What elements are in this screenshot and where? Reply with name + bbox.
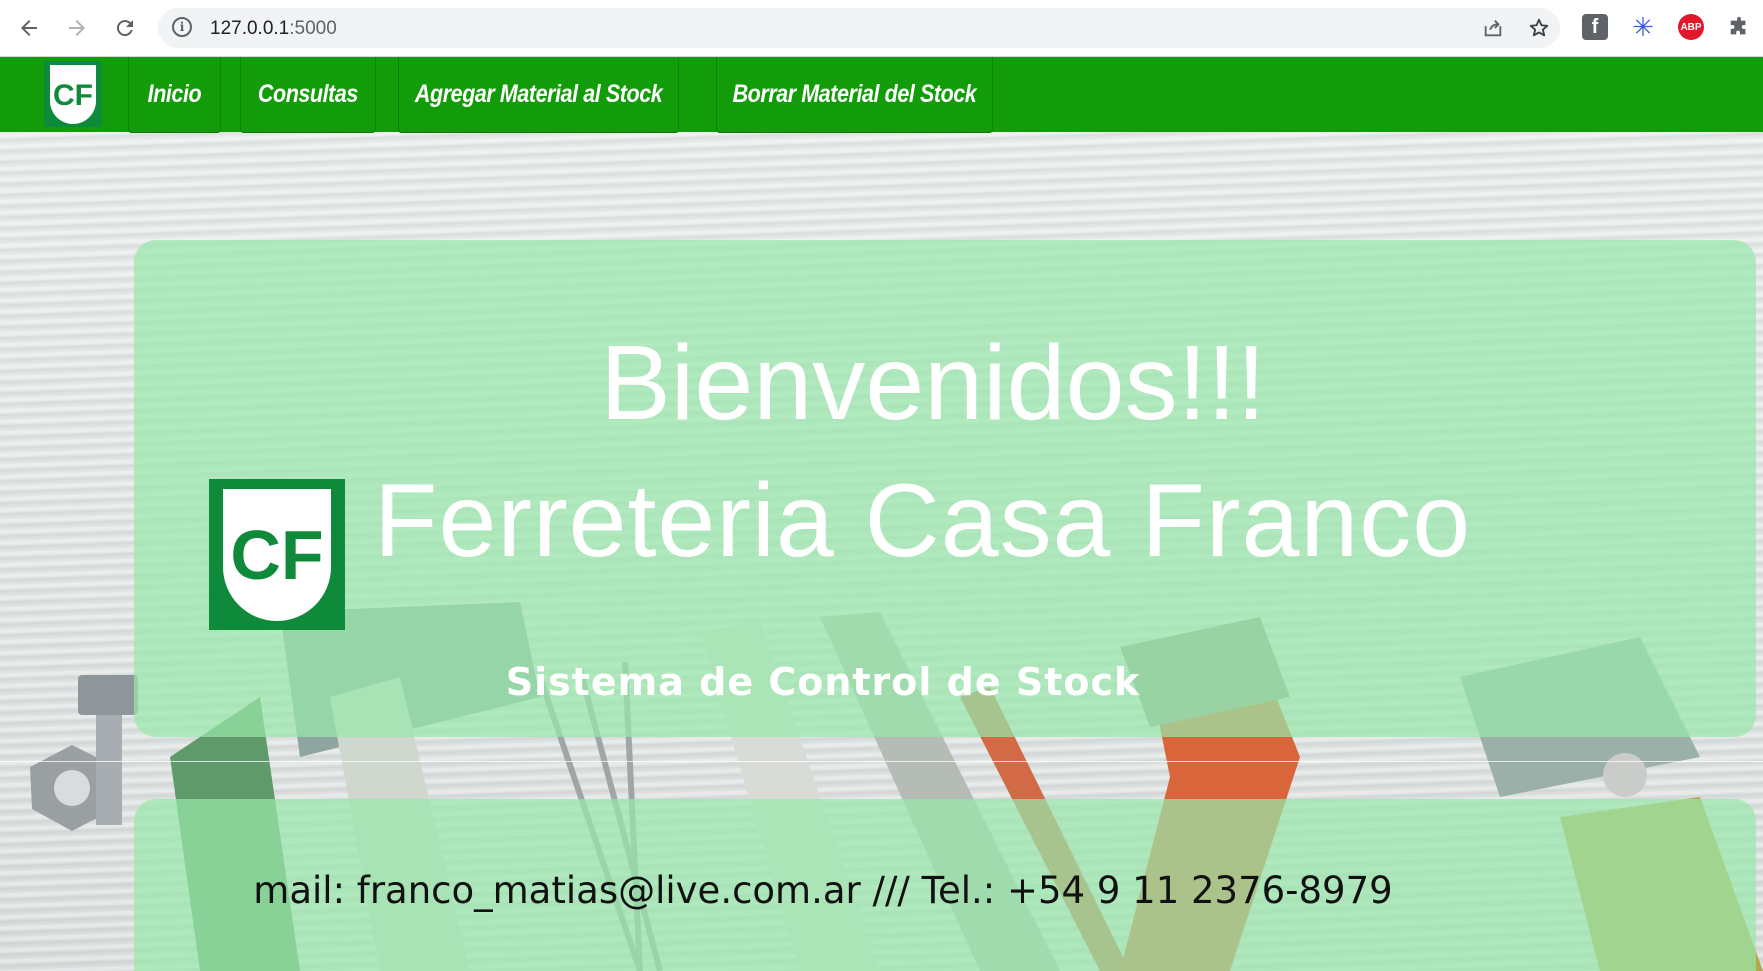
site-navbar: CF Inicio Consultas Agregar Material al … — [0, 57, 1763, 133]
svg-text:CF: CF — [230, 516, 323, 594]
contact-info: mail: franco_matias@live.com.ar /// Tel.… — [253, 869, 1393, 912]
section-divider — [0, 761, 1763, 762]
url-port: :5000 — [289, 18, 337, 39]
snowflake-icon[interactable]: ✳ — [1630, 12, 1656, 42]
cf-logo-large-icon: CF — [209, 479, 345, 630]
browser-toolbar: i 127.0.0.1:5000 f ✳ ABP — [0, 0, 1763, 57]
star-icon[interactable] — [1526, 16, 1552, 40]
info-icon[interactable]: i — [172, 17, 192, 37]
facebook-icon[interactable]: f — [1582, 14, 1608, 40]
contact-panel: mail: franco_matias@live.com.ar /// Tel.… — [134, 799, 1756, 971]
cf-logo-icon[interactable]: CF — [44, 61, 102, 127]
hero-title: Bienvenidos!!! — [600, 324, 1266, 442]
arrow-right-icon[interactable] — [60, 11, 94, 45]
arrow-left-icon[interactable] — [12, 11, 46, 45]
url-text[interactable]: 127.0.0.1:5000 — [210, 18, 337, 40]
svg-text:CF: CF — [53, 79, 93, 112]
address-bar[interactable]: i 127.0.0.1:5000 — [158, 8, 1560, 48]
nav-borrar-material[interactable]: Borrar Material del Stock — [716, 57, 993, 133]
puzzle-icon[interactable] — [1726, 14, 1752, 40]
nav-consultas[interactable]: Consultas — [240, 57, 376, 133]
hero-subtitle: Sistema de Control de Stock — [505, 660, 1141, 704]
nav-agregar-material[interactable]: Agregar Material al Stock — [398, 57, 680, 133]
page-content: CF Inicio Consultas Agregar Material al … — [0, 57, 1763, 971]
adblock-icon[interactable]: ABP — [1678, 14, 1704, 40]
nav-inicio[interactable]: Inicio — [128, 57, 221, 133]
hero-panel: Bienvenidos!!! CF Ferreteria Casa Franco… — [134, 240, 1756, 737]
url-host: 127.0.0.1 — [210, 18, 290, 39]
share-icon[interactable] — [1480, 16, 1506, 40]
business-name: Ferreteria Casa Franco — [374, 463, 1472, 579]
reload-icon[interactable] — [108, 11, 142, 45]
